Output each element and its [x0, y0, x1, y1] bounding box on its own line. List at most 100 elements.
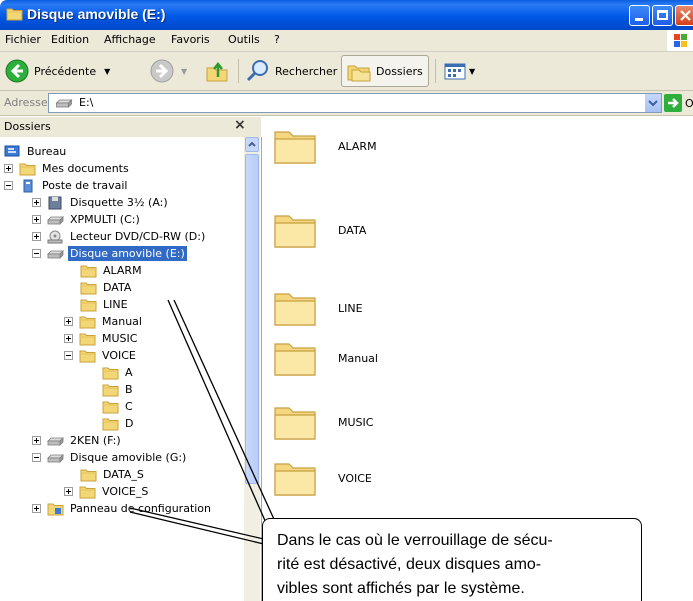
folder-icon [80, 264, 97, 278]
folder-pane-header: Dossiers × [0, 116, 261, 138]
expand-icon[interactable] [32, 198, 41, 207]
tree-item-voice[interactable]: VOICE [64, 347, 138, 364]
collapse-icon[interactable] [64, 351, 73, 360]
folder-icon [102, 383, 119, 397]
expand-icon[interactable] [32, 504, 41, 513]
folder-icon [272, 458, 318, 498]
folder-icon [102, 417, 119, 431]
folders-label: Dossiers [376, 64, 423, 78]
tree-item-data[interactable]: DATA [80, 279, 133, 296]
tree-item-b[interactable]: B [102, 381, 135, 398]
back-dropdown-icon[interactable]: ▼ [104, 67, 110, 76]
callout-line: rité est désactivé, deux disques amo- [277, 556, 542, 573]
menu-bar: Fichier Edition Affichage Favoris Outils… [0, 30, 693, 52]
search-label: Rechercher [275, 64, 338, 78]
back-button[interactable]: Précédente ▼ [4, 55, 110, 87]
folder-pane-scrollbar[interactable] [244, 137, 260, 601]
folder-item-voice[interactable]: VOICE [272, 458, 372, 498]
tree-item-mes-documents[interactable]: Mes documents [4, 160, 131, 177]
forward-dropdown-icon[interactable]: ▼ [181, 67, 187, 76]
tree-item-panneau[interactable]: Panneau de configuration [32, 500, 213, 517]
tree-label: A [125, 366, 133, 379]
title-bar[interactable]: Disque amovible (E:) [0, 0, 693, 30]
menu-edition[interactable]: Edition [51, 33, 89, 46]
folder-icon [272, 210, 318, 250]
menu-favoris[interactable]: Favoris [171, 33, 210, 46]
tree-item-line[interactable]: LINE [80, 296, 130, 313]
forward-button[interactable]: ▼ [149, 55, 187, 87]
windows-logo-icon [667, 30, 693, 51]
tree-item-xpmulti[interactable]: XPMULTI (C:) [32, 211, 142, 228]
tree-item-disque-amovible-e[interactable]: Disque amovible (E:) [32, 245, 187, 262]
go-arrow-icon [664, 94, 682, 112]
address-dropdown-button[interactable] [644, 94, 661, 112]
collapse-icon[interactable] [4, 181, 13, 190]
views-dropdown-icon[interactable]: ▼ [469, 67, 475, 76]
tree-label: LINE [103, 298, 128, 311]
folder-pane-close-button[interactable]: × [234, 117, 246, 133]
hard-drive-icon [47, 213, 64, 227]
search-button[interactable]: Rechercher [245, 55, 337, 87]
removable-drive-icon [47, 434, 64, 448]
maximize-button[interactable] [652, 5, 673, 26]
folder-item-line[interactable]: LINE [272, 288, 363, 328]
up-folder-button[interactable] [204, 55, 230, 87]
back-label: Précédente [34, 64, 97, 78]
expand-icon[interactable] [64, 334, 73, 343]
tree-label: ALARM [103, 264, 142, 277]
views-icon [444, 63, 466, 80]
tree-label: DATA [103, 281, 132, 294]
tree-item-music[interactable]: MUSIC [64, 330, 139, 347]
chevron-down-icon [648, 100, 658, 107]
tree-item-alarm[interactable]: ALARM [80, 262, 144, 279]
folder-label: DATA [338, 223, 367, 237]
folders-button[interactable]: Dossiers [341, 55, 429, 87]
expand-icon[interactable] [64, 317, 73, 326]
folders-icon [347, 65, 371, 82]
folder-item-manual[interactable]: Manual [272, 338, 378, 378]
back-arrow-icon [5, 59, 29, 83]
folder-tree: Bureau Mes documents Poste de travail Di… [0, 137, 244, 601]
folder-item-music[interactable]: MUSIC [272, 402, 373, 442]
tree-item-data-s[interactable]: DATA_S [80, 466, 146, 483]
expand-icon[interactable] [4, 164, 13, 173]
menu-help[interactable]: ? [274, 33, 280, 46]
collapse-icon[interactable] [32, 249, 41, 258]
tree-label: Poste de travail [42, 179, 128, 192]
tree-label: MUSIC [102, 332, 138, 345]
go-button[interactable]: OK [664, 94, 693, 112]
tree-label: XPMULTI (C:) [70, 213, 140, 226]
minimize-button[interactable] [629, 5, 650, 26]
folder-item-alarm[interactable]: ALARM [272, 126, 377, 166]
tree-item-disque-amovible-g[interactable]: Disque amovible (G:) [32, 449, 188, 466]
folder-icon [272, 126, 318, 166]
folder-item-data[interactable]: DATA [272, 210, 366, 250]
tree-item-2ken[interactable]: 2KEN (F:) [32, 432, 123, 449]
tree-item-bureau[interactable]: Bureau [4, 143, 68, 160]
callout-line: Dans le cas où le verrouillage de sécu- [277, 532, 553, 549]
tree-item-dvd[interactable]: Lecteur DVD/CD-RW (D:) [32, 228, 207, 245]
tree-item-voice-s[interactable]: VOICE_S [64, 483, 150, 500]
expand-icon[interactable] [32, 232, 41, 241]
scroll-up-button[interactable] [245, 137, 259, 152]
close-button[interactable] [675, 5, 693, 26]
tree-item-d[interactable]: D [102, 415, 135, 432]
tree-item-a[interactable]: A [102, 364, 135, 381]
tree-label: C [125, 400, 133, 413]
scrollbar-thumb[interactable] [245, 154, 259, 484]
address-input[interactable]: E:\ [48, 93, 662, 113]
collapse-icon[interactable] [32, 453, 41, 462]
menu-fichier[interactable]: Fichier [5, 33, 41, 46]
expand-icon[interactable] [64, 487, 73, 496]
tree-label: 2KEN (F:) [70, 434, 121, 447]
tree-item-manual[interactable]: Manual [64, 313, 144, 330]
expand-icon[interactable] [32, 215, 41, 224]
expand-icon[interactable] [32, 436, 41, 445]
menu-outils[interactable]: Outils [228, 33, 260, 46]
menu-affichage[interactable]: Affichage [104, 33, 156, 46]
views-button[interactable]: ▼ [443, 55, 475, 87]
tree-item-poste-de-travail[interactable]: Poste de travail [4, 177, 129, 194]
folder-label: ALARM [338, 139, 377, 153]
tree-item-c[interactable]: C [102, 398, 135, 415]
tree-item-disquette[interactable]: Disquette 3½ (A:) [32, 194, 170, 211]
